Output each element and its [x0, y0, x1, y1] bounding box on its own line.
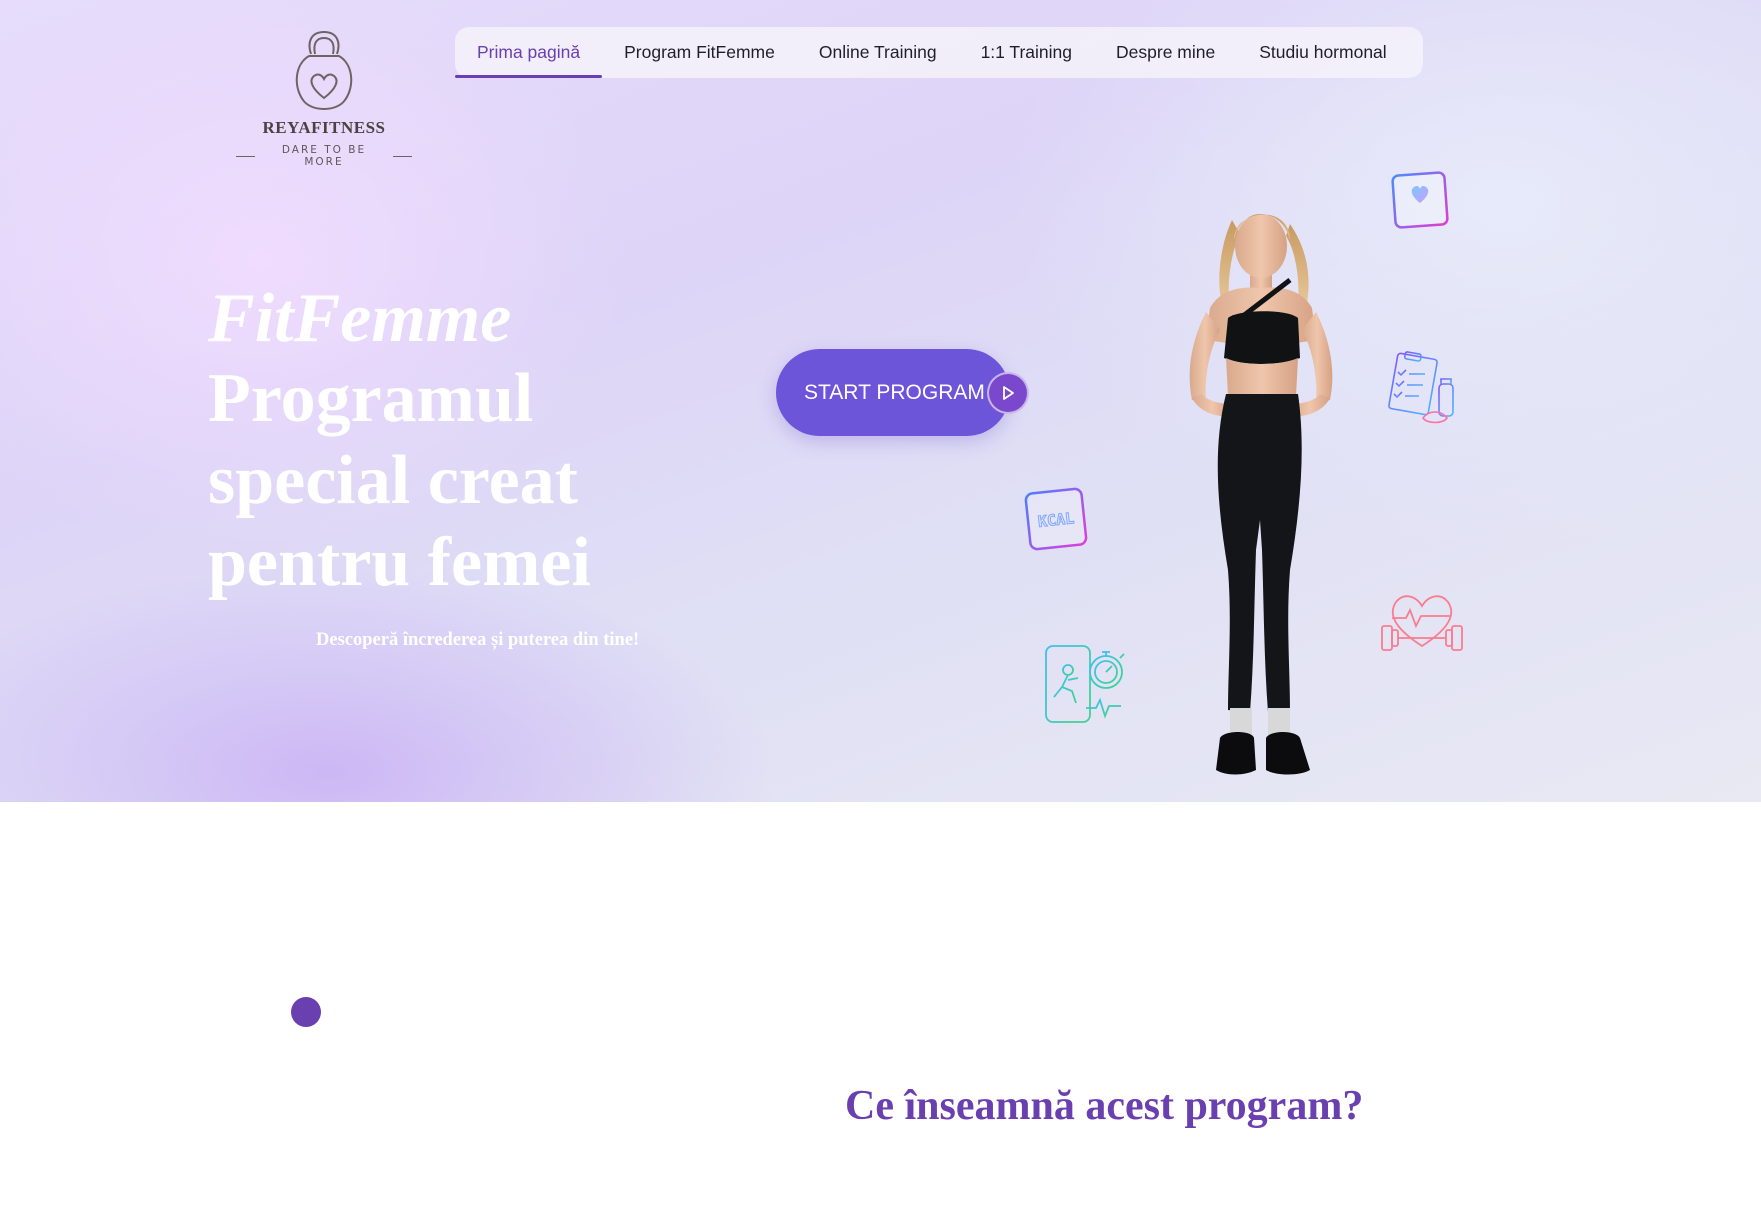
kcal-icon: KCAL [1024, 487, 1088, 551]
hero-title-line-3: pentru femei [208, 524, 591, 601]
play-button[interactable] [987, 372, 1029, 414]
nav-item-about-me[interactable]: Despre mine [1094, 27, 1237, 78]
kcal-text: KCAL [1037, 509, 1075, 531]
start-program-label: START PROGRAM [804, 380, 985, 404]
heart-dumbbell-icon [1381, 595, 1463, 651]
logo-tagline: DARE TO BE MORE [236, 144, 412, 168]
section-title: Ce înseamnă acest program? [845, 1083, 1364, 1129]
site-logo[interactable]: REYAFITNESS DARE TO BE MORE [236, 28, 412, 168]
page: REYAFITNESS DARE TO BE MORE Prima pagină… [0, 0, 1761, 1208]
tagline-divider-left [236, 155, 255, 157]
hero-brand: FitFemme [208, 280, 512, 357]
nav-item-program-fitfemme[interactable]: Program FitFemme [602, 27, 797, 78]
hero-title-line-2: special creat [208, 442, 578, 519]
hero-section: REYAFITNESS DARE TO BE MORE Prima pagină… [0, 0, 1761, 802]
phone-workout-timer-icon [1045, 645, 1125, 723]
logo-name: REYAFITNESS [262, 118, 386, 137]
hero-subtitle: Descoperă încrederea și puterea din tine… [316, 630, 640, 650]
nav-item-one-on-one-training[interactable]: 1:1 Training [959, 27, 1094, 78]
checklist-nutrition-icon [1388, 351, 1454, 424]
nav-item-home[interactable]: Prima pagină [455, 27, 603, 78]
heart-app-icon [1391, 171, 1449, 229]
play-icon [1003, 386, 1014, 400]
tagline-text: DARE TO BE MORE [281, 144, 367, 168]
decorative-dot [291, 997, 321, 1027]
nav-item-hormonal-study[interactable]: Studiu hormonal [1237, 27, 1408, 78]
fitness-model-photo [1189, 214, 1333, 775]
hero-title-line-1: Programul [208, 360, 534, 437]
tagline-divider-right [393, 155, 412, 157]
hero-heading: FitFemme Programul special creat pentru … [208, 280, 668, 604]
nav-item-online-training[interactable]: Online Training [797, 27, 959, 78]
main-nav: Prima pagină Program FitFemme Online Tra… [455, 27, 1423, 78]
kettlebell-heart-icon [295, 30, 353, 110]
start-program-button[interactable]: START PROGRAM [776, 349, 1010, 436]
